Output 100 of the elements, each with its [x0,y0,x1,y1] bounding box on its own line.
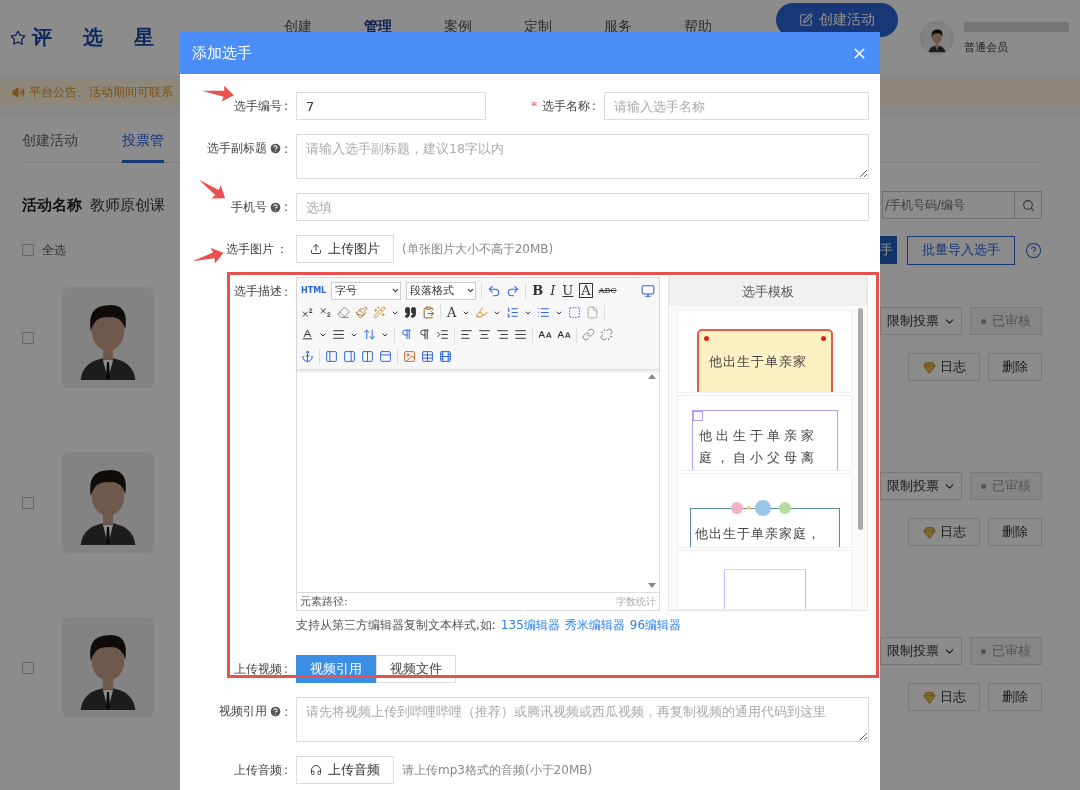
editor-link[interactable]: 135编辑器 [500,617,560,634]
log-button[interactable]: 日志 [908,518,980,546]
paste-icon[interactable] [422,306,435,319]
row-spacing-icon[interactable] [363,328,376,341]
font-size-select[interactable]: 字号 [331,281,402,300]
field-label: 选手名称 [541,97,590,115]
activity-name: 教师原创课 [90,195,165,215]
row-checkbox[interactable] [22,331,34,344]
delete-button[interactable]: 删除 [988,353,1042,381]
monitor-icon[interactable] [641,283,655,298]
anchor-icon[interactable] [301,350,314,363]
paintbrush-icon[interactable] [355,306,368,319]
field-label: 选手编号 [233,97,282,115]
align-right-icon[interactable] [496,328,509,341]
bold-button[interactable]: B [531,284,545,297]
eraser-icon[interactable] [337,306,350,319]
scroll-down-icon[interactable] [648,583,656,588]
scrollbar-thumb[interactable] [858,308,863,530]
upload-image-button[interactable]: 上传图片 [296,235,394,263]
image-top-icon[interactable] [379,350,392,363]
quote-icon[interactable] [404,306,417,319]
nav-item[interactable]: 创建 [284,18,312,36]
superscript-icon[interactable] [301,306,314,319]
import-button[interactable]: 批量导入选手 [907,235,1015,265]
help-icon[interactable] [1025,241,1042,259]
pilcrow-icon[interactable] [400,328,413,341]
nav-item[interactable]: 管理 [364,18,392,36]
page-tab[interactable]: 投票管 [122,116,164,163]
select-all-checkbox[interactable] [22,244,34,256]
delete-button[interactable]: 删除 [988,683,1042,711]
align-center-icon[interactable] [478,328,491,341]
label-colon: : [591,99,596,113]
font-border-button[interactable]: A [579,283,593,298]
search-field[interactable]: /手机号码/编号 [882,191,1014,219]
activity-label: 活动名称 [22,195,82,215]
ordered-list-icon[interactable] [506,306,520,319]
logo-icon [10,29,26,46]
unlink-icon[interactable] [600,328,613,341]
name-field[interactable]: 请输入选手名称 [604,92,869,120]
label-colon: : [283,141,288,156]
chevron-down-icon [466,286,476,295]
pilcrow-icon[interactable] [418,328,431,341]
required-mark: * [530,99,537,113]
align-justify-icon[interactable] [514,328,527,341]
template-card[interactable]: 他出生于单亲家 [696,329,833,393]
label-colon: : [283,662,288,676]
editor-link[interactable]: 秀米编辑器 [564,617,625,634]
field-label: 选手副标题 [206,140,267,157]
dialog-title: 添加选手 [192,43,252,63]
image-left-icon[interactable] [325,350,338,363]
italic-button[interactable]: I [549,284,557,297]
row-checkbox[interactable] [22,496,34,509]
align-left-icon[interactable] [460,328,473,341]
image-center-icon[interactable] [361,350,374,363]
paste-hint: 支持从第三方编辑器复制文本样式,如: [296,617,496,634]
table-icon[interactable] [421,350,434,363]
template-text: 他出生于单亲家庭， [694,524,822,543]
page-tab[interactable]: 创建活动 [22,116,78,163]
create-activity-button[interactable]: 创建活动 [776,3,898,37]
log-button[interactable]: 日志 [908,353,980,381]
upload-audio-button[interactable]: 上传音频 [296,756,394,784]
undo-icon[interactable] [487,283,502,298]
limit-vote-dropdown[interactable]: 限制投票 [880,307,962,335]
row-checkbox[interactable] [22,661,34,674]
log-button[interactable]: 日志 [908,683,980,711]
redo-icon[interactable] [506,283,521,298]
underline-button[interactable]: U [561,284,575,297]
html-source-button[interactable]: HTML [301,286,327,295]
template-text: 他出生于单亲家 [708,353,808,371]
link-icon[interactable] [582,328,595,341]
search-button[interactable] [1014,191,1042,219]
bullet-list-icon[interactable] [537,306,551,319]
field-label: 选手描述 [233,283,282,300]
font-color-button[interactable]: A [446,306,458,319]
diamond-icon [922,360,936,374]
nav-item[interactable]: 案例 [444,18,472,36]
diamond-icon [922,690,936,704]
paragraph-format-select[interactable]: 段落格式 [406,281,477,300]
video-embed-field[interactable]: 请先将视频上传到哔哩哔哩（推荐）或腾讯视频或西瓜视频，再复制视频的通用代码到这里 [296,697,869,742]
phone-field[interactable]: 选填 [296,193,869,221]
label-colon: : [283,99,288,113]
scroll-up-icon[interactable] [648,374,656,379]
indent-icon[interactable] [436,328,449,341]
delete-button[interactable]: 删除 [988,518,1042,546]
field-label: 上传音频 [233,761,282,779]
limit-vote-dropdown[interactable]: 限制投票 [880,472,962,500]
subtitle-field[interactable]: 请输入选手副标题，建议18字以内 [296,134,869,179]
strikethrough-button[interactable]: ABC [597,284,618,297]
editor-link[interactable]: 96编辑器 [629,617,682,634]
image-icon[interactable] [403,350,416,363]
avatar [923,23,951,55]
label-colon: : [283,200,288,214]
nav-item[interactable]: 帮助 [684,18,712,36]
number-field[interactable]: 7 [296,92,486,120]
film-icon[interactable] [439,350,452,363]
nav-item[interactable]: 服务 [604,18,632,36]
user-avatar[interactable] [920,20,954,55]
subscript-icon[interactable] [319,306,332,319]
limit-vote-dropdown[interactable]: 限制投票 [880,637,962,665]
image-right-icon[interactable] [343,350,356,363]
